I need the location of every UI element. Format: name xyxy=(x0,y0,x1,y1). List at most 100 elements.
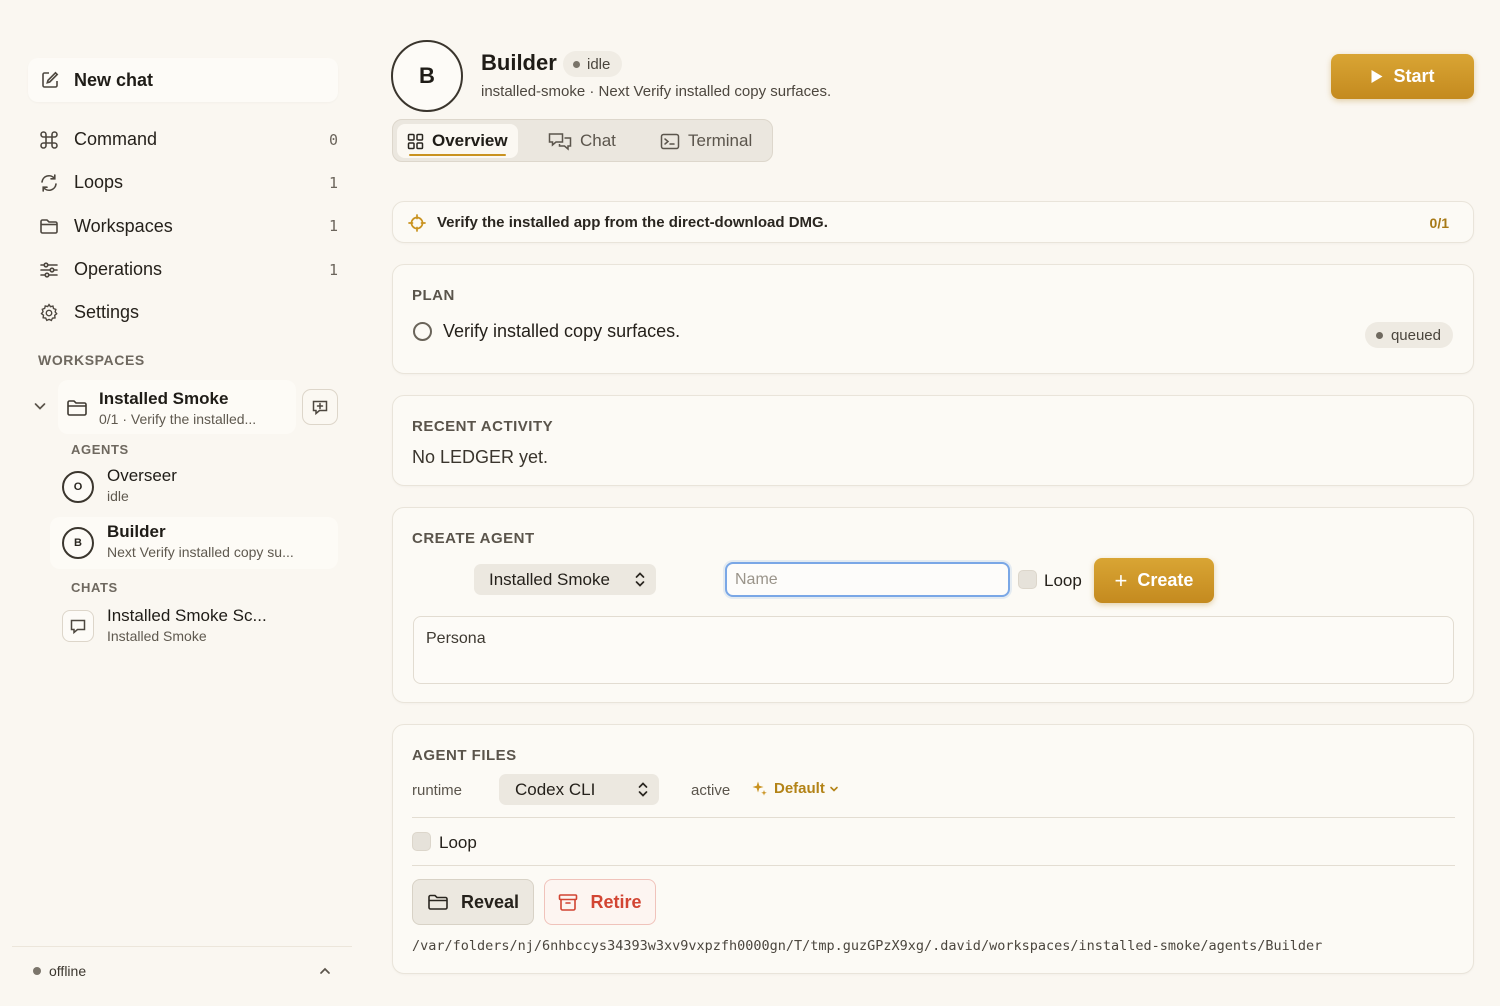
connection-status: offline xyxy=(49,962,87,979)
status-badge: idle xyxy=(563,51,623,77)
sidebar-item-workspaces[interactable]: Workspaces 1 xyxy=(38,205,338,248)
chat-name: Installed Smoke Sc... xyxy=(107,606,267,625)
chat-plus-icon xyxy=(311,398,329,416)
sparkle-icon xyxy=(751,780,768,797)
agents-section-title: AGENTS xyxy=(71,442,129,457)
connection-status-bar[interactable]: offline xyxy=(12,946,352,994)
activity-title: RECENT ACTIVITY xyxy=(412,418,554,435)
plan-card: PLAN Verify installed copy surfaces. que… xyxy=(392,264,1474,374)
create-agent-button[interactable]: + Create xyxy=(1094,558,1214,603)
agent-subtitle: installed-smoke · Next Verify installed … xyxy=(481,83,832,100)
new-chat-label: New chat xyxy=(74,69,154,90)
plan-title: PLAN xyxy=(412,287,455,304)
sidebar-nav: Command 0 Loops 1 Workspaces 1 Operation… xyxy=(38,118,338,334)
create-agent-title: CREATE AGENT xyxy=(412,530,535,547)
workspace-item-installed-smoke[interactable]: Installed Smoke 0/1 · Verify the install… xyxy=(58,380,296,434)
agent-files-title: AGENT FILES xyxy=(412,747,517,764)
agent-files-card: AGENT FILES runtime Codex CLI active Def… xyxy=(392,724,1474,974)
persona-textarea[interactable] xyxy=(413,616,1454,684)
avatar: O xyxy=(62,471,94,503)
new-workspace-chat-button[interactable] xyxy=(302,389,338,425)
loop-checkbox[interactable] xyxy=(1018,570,1037,589)
loop-label: Loop xyxy=(1044,571,1082,590)
status-dot-icon xyxy=(1375,331,1383,339)
agent-status: Next Verify installed copy su... xyxy=(107,544,294,560)
agent-status: idle xyxy=(107,488,129,504)
divider xyxy=(412,817,1455,818)
workspace-row: Installed Smoke 0/1 · Verify the install… xyxy=(30,380,340,434)
sidebar-item-command[interactable]: Command 0 xyxy=(38,118,338,161)
target-icon xyxy=(408,214,426,232)
agent-item-overseer[interactable]: O Overseer idle xyxy=(50,461,338,513)
sidebar-item-operations[interactable]: Operations 1 xyxy=(38,248,338,291)
sidebar-item-loops[interactable]: Loops 1 xyxy=(38,161,338,204)
status-dot-icon xyxy=(573,60,580,68)
agent-title: Builder xyxy=(481,50,557,75)
archive-icon xyxy=(558,893,578,912)
agent-name: Builder xyxy=(107,522,166,541)
agent-item-builder[interactable]: B Builder Next Verify installed copy su.… xyxy=(50,517,338,569)
agent-name-input[interactable] xyxy=(725,562,1010,597)
reveal-button[interactable]: Reveal xyxy=(412,879,534,925)
workspaces-section-title: WORKSPACES xyxy=(38,352,145,368)
agent-path: /var/folders/nj/6nhbccys34393w3xv9vxpzfh… xyxy=(412,938,1323,954)
compose-icon xyxy=(40,70,60,90)
refresh-icon xyxy=(38,172,60,194)
grid-icon xyxy=(407,133,424,150)
avatar: B xyxy=(62,527,94,559)
nav-count: 1 xyxy=(328,260,338,279)
folder-icon xyxy=(66,398,88,418)
goal-progress: 0/1 xyxy=(1429,215,1449,231)
tab-bar: Overview Chat Terminal xyxy=(392,119,773,162)
workspace-name: Installed Smoke xyxy=(99,389,229,408)
chat-item-installed-smoke[interactable]: Installed Smoke Sc... Installed Smoke xyxy=(50,600,338,652)
goal-text: Verify the installed app from the direct… xyxy=(437,214,828,231)
runtime-label: runtime xyxy=(412,782,463,799)
status-dot-icon xyxy=(33,966,41,975)
sliders-icon xyxy=(38,259,60,281)
terminal-icon xyxy=(660,133,680,150)
plus-icon: + xyxy=(1114,567,1128,593)
goal-card: Verify the installed app from the direct… xyxy=(392,201,1474,243)
chevron-up-icon[interactable] xyxy=(318,964,332,978)
sidebar-item-settings[interactable]: Settings xyxy=(38,291,338,334)
retire-button[interactable]: Retire xyxy=(544,879,656,925)
active-profile-dropdown[interactable]: Default xyxy=(751,780,839,797)
queued-badge: queued xyxy=(1364,322,1453,348)
chats-section-title: CHATS xyxy=(71,580,118,595)
divider xyxy=(412,865,1455,866)
nav-count: 1 xyxy=(328,217,338,236)
loop-label: Loop xyxy=(439,833,477,852)
agent-avatar: B xyxy=(391,40,463,112)
recent-activity-card: RECENT ACTIVITY No LEDGER yet. xyxy=(392,395,1474,486)
chevron-down-icon[interactable] xyxy=(32,398,48,414)
create-agent-card: CREATE AGENT Installed Smoke Loop + Crea… xyxy=(392,507,1474,703)
select-caret-icon xyxy=(634,571,646,588)
new-chat-button[interactable]: New chat xyxy=(28,58,338,102)
nav-count: 0 xyxy=(328,130,338,149)
command-icon xyxy=(38,129,60,151)
tab-terminal[interactable]: Terminal xyxy=(650,124,762,158)
agent-name: Overseer xyxy=(107,466,177,485)
select-caret-icon xyxy=(637,781,649,798)
tab-overview[interactable]: Overview xyxy=(397,124,518,158)
gear-icon xyxy=(38,302,60,324)
start-button[interactable]: Start xyxy=(1331,54,1474,99)
chat-bubbles-icon xyxy=(548,132,572,151)
folder-icon xyxy=(427,893,449,912)
sidebar: New chat Command 0 Loops 1 Workspaces 1 … xyxy=(0,0,360,1006)
activity-empty-text: No LEDGER yet. xyxy=(412,447,549,467)
nav-count: 1 xyxy=(328,173,338,192)
folder-icon xyxy=(38,215,60,237)
chat-workspace: Installed Smoke xyxy=(107,628,207,644)
workspace-select[interactable]: Installed Smoke xyxy=(474,564,656,595)
workspace-summary: 0/1 · Verify the installed... xyxy=(99,411,257,427)
tab-chat[interactable]: Chat xyxy=(538,124,626,158)
plan-item-text: Verify installed copy surfaces. xyxy=(443,321,681,341)
chat-icon xyxy=(62,610,94,642)
active-label: active xyxy=(691,782,731,799)
runtime-select[interactable]: Codex CLI xyxy=(499,774,659,805)
plan-item-status-circle-icon[interactable] xyxy=(413,322,432,341)
loop-checkbox[interactable] xyxy=(412,832,431,851)
chevron-down-icon xyxy=(829,784,839,794)
